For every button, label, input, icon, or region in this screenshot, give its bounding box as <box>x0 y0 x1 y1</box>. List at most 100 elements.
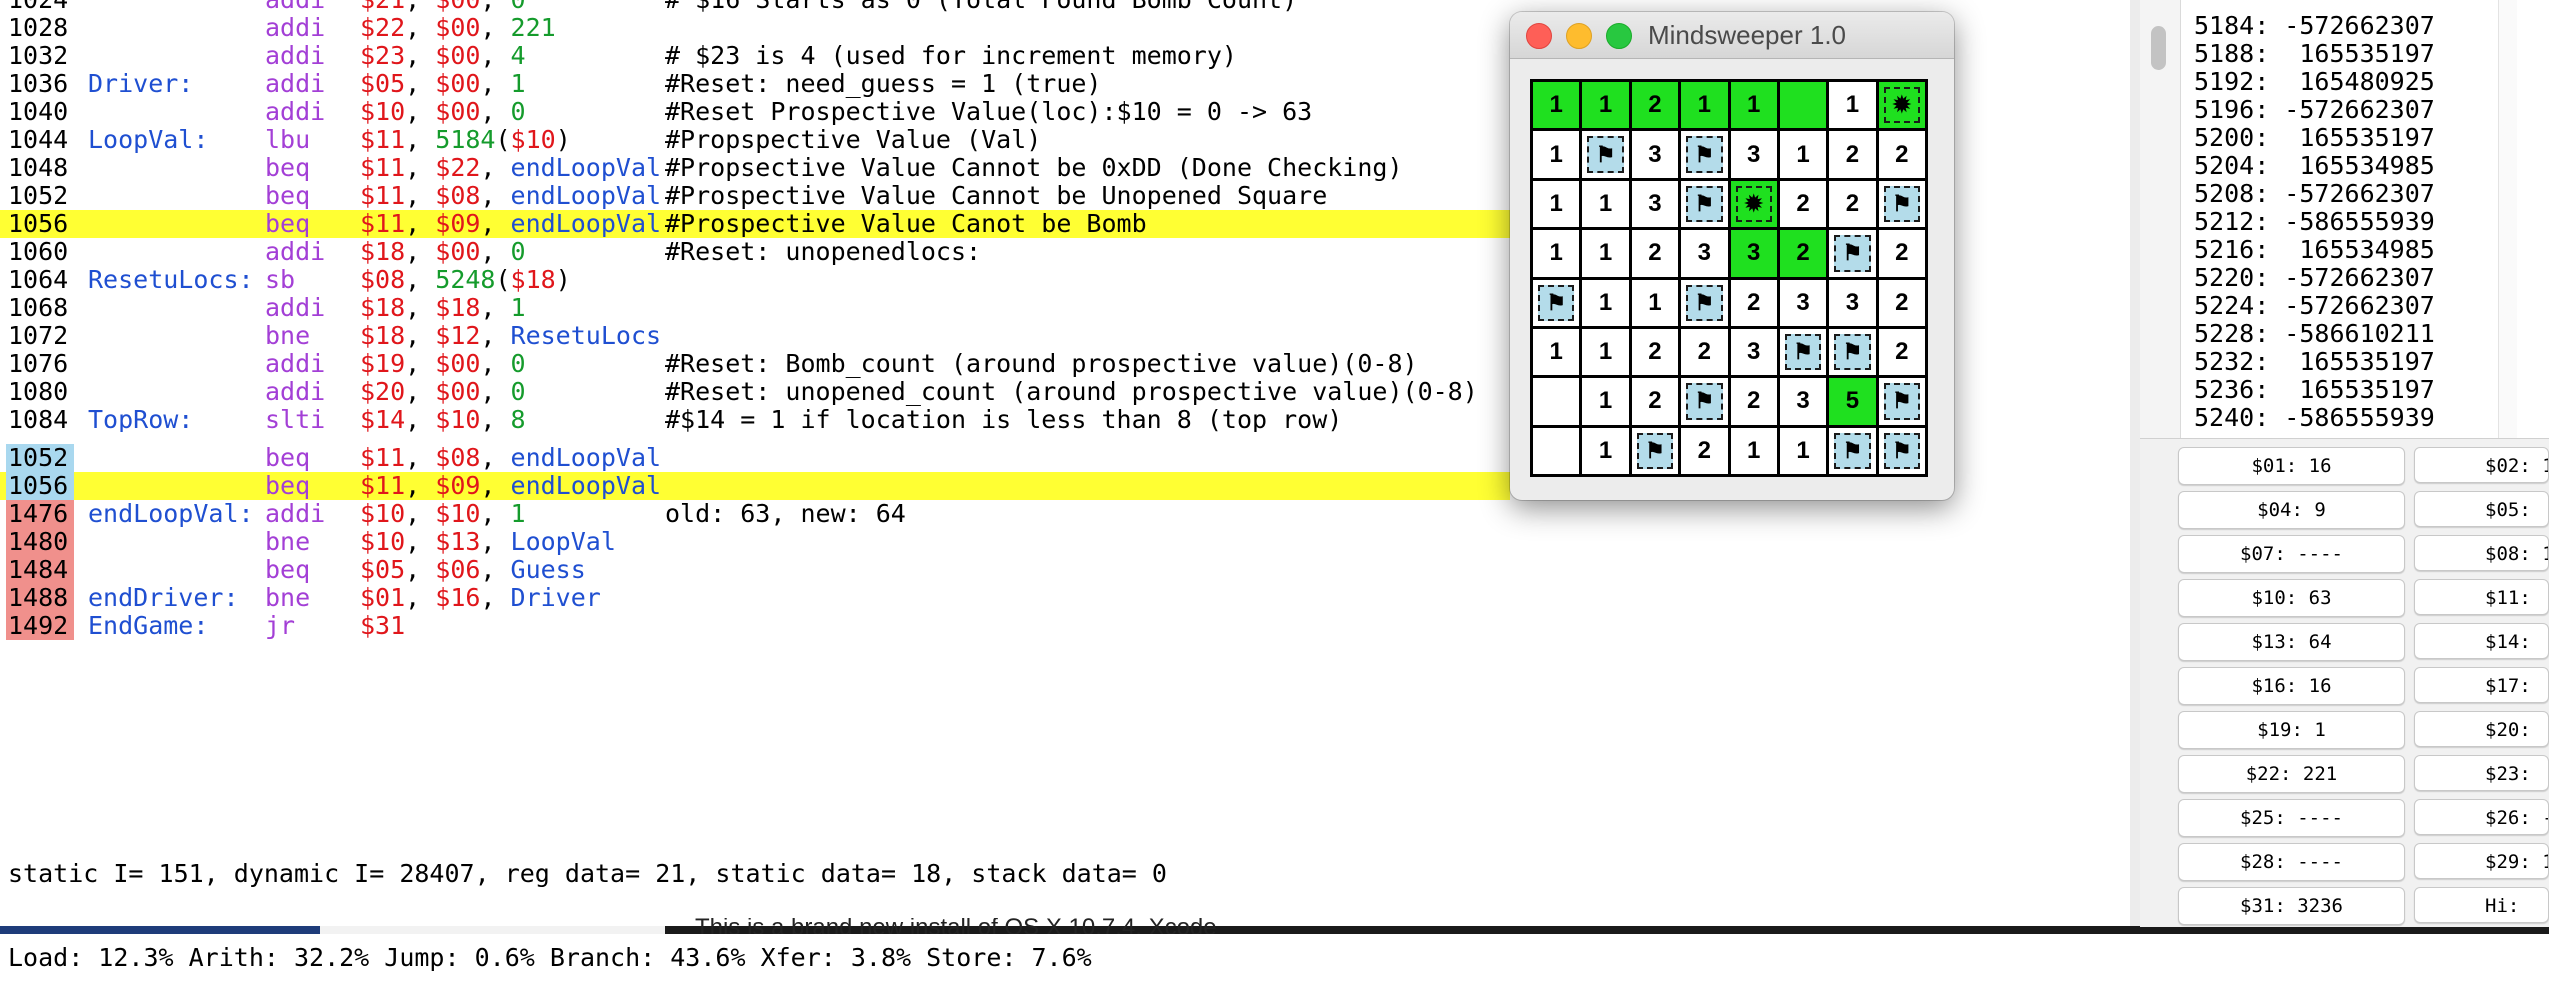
register-button[interactable]: $13: 64 <box>2178 623 2405 661</box>
pane-divider[interactable] <box>2130 0 2140 926</box>
cell-revealed[interactable]: 1 <box>1533 180 1580 228</box>
cell-flagged[interactable]: ⚑ <box>1681 279 1728 326</box>
cell-revealed-highlighted[interactable]: 2 <box>1779 230 1827 277</box>
cell-flagged[interactable]: ⚑ <box>1829 427 1876 474</box>
mindsweeper-window[interactable]: Mindsweeper 1.0 1 1 2 1 1 1 ✹ 1 ⚑ 3 ⚑ 3 1 2 2 1 1 3 ⚑ ✹ 2 2 ⚑ 1… <box>1510 12 1954 500</box>
code-line[interactable]: 1084 TopRow: slti $14, $10, 8 #$14 = 1 if lo… <box>0 406 1510 433</box>
cell-flagged[interactable]: ⚑ <box>1829 230 1876 277</box>
code-line[interactable]: 1052 beq $11, $08, endLoopVal #Prospective … <box>0 182 1510 210</box>
register-button[interactable]: $20: <box>2414 711 2549 747</box>
cell-revealed-highlighted[interactable]: 1 <box>1533 82 1580 129</box>
cell-revealed[interactable]: 2 <box>1631 230 1679 277</box>
register-button[interactable]: $22: 221 <box>2178 755 2405 793</box>
cell-revealed[interactable]: 2 <box>1829 131 1876 178</box>
register-button[interactable]: $28: ---- <box>2178 843 2405 881</box>
cell-revealed[interactable]: 2 <box>1878 131 1925 178</box>
cell-revealed[interactable]: 2 <box>1631 328 1679 376</box>
cell-revealed[interactable]: 2 <box>1878 279 1925 326</box>
code-line[interactable]: 1068 addi $18, $18, 1 <box>0 294 1510 322</box>
code-line[interactable]: 1032 addi $23, $00, 4 # $23 is 4 (used for … <box>0 42 1510 70</box>
code-line[interactable]: 1488 endDriver: bne $01, $16, Driver <box>0 584 1510 612</box>
cell-revealed[interactable]: 1 <box>1631 279 1679 326</box>
register-button[interactable]: $04: 9 <box>2178 491 2405 529</box>
code-line[interactable]: 1480 bne $10, $13, LoopVal <box>0 528 1510 556</box>
memory-scrollbar[interactable] <box>2140 0 2181 438</box>
cell-revealed[interactable]: 2 <box>1681 427 1728 474</box>
register-button[interactable]: $11: <box>2414 579 2549 615</box>
cell-revealed[interactable] <box>1533 427 1580 474</box>
cell-revealed[interactable]: 1 <box>1582 180 1629 228</box>
memory-scroll-thumb[interactable] <box>2151 26 2166 70</box>
cell-revealed[interactable]: 2 <box>1829 180 1876 228</box>
cell-revealed[interactable]: 3 <box>1631 131 1679 178</box>
cell-revealed-highlighted[interactable]: 1 <box>1730 82 1777 129</box>
code-line[interactable]: 1060 addi $18, $00, 0 #Reset: unopenedlocs: <box>0 238 1510 266</box>
memory-pane[interactable]: 5184: -572662307 5188: 165535197 5192: 165… <box>2140 0 2549 438</box>
register-button[interactable]: Hi: <box>2414 887 2549 923</box>
cell-revealed[interactable]: 3 <box>1631 180 1679 228</box>
cell-revealed[interactable]: 2 <box>1878 230 1925 277</box>
source-code-pane[interactable]: 1024 addi $21, $00, 0 # $16 Starts as 0 (To… <box>0 0 1510 432</box>
code-line[interactable]: 1064 ResetuLocs: sb $08, 5248($18) <box>0 266 1510 294</box>
cell-flagged[interactable]: ⚑ <box>1681 180 1728 228</box>
cell-revealed[interactable]: 3 <box>1779 378 1827 425</box>
cell-flagged[interactable]: ⚑ <box>1829 328 1876 376</box>
cell-revealed[interactable]: 1 <box>1533 230 1580 277</box>
cell-revealed[interactable]: 2 <box>1779 180 1827 228</box>
code-line[interactable]: 1056 beq $11, $09, endLoopVal <box>0 472 1510 500</box>
cell-revealed[interactable]: 1 <box>1582 427 1629 474</box>
cell-revealed[interactable]: 1 <box>1582 230 1629 277</box>
cell-flagged[interactable]: ⚑ <box>1582 131 1629 178</box>
register-button[interactable]: $29: 100 <box>2414 843 2549 879</box>
cell-revealed[interactable]: 3 <box>1730 328 1777 376</box>
cell-flagged[interactable]: ⚑ <box>1533 279 1580 326</box>
register-button[interactable]: $26: -- <box>2414 799 2549 835</box>
code-line[interactable]: 1052 beq $11, $08, endLoopVal <box>0 444 1510 472</box>
cell-revealed[interactable]: 3 <box>1681 230 1728 277</box>
window-titlebar[interactable]: Mindsweeper 1.0 <box>1510 12 1954 59</box>
cell-revealed[interactable]: 3 <box>1779 279 1827 326</box>
register-button[interactable]: $17: <box>2414 667 2549 703</box>
register-button[interactable]: $07: ---- <box>2178 535 2405 573</box>
cell-revealed-highlighted[interactable]: 1 <box>1582 82 1629 129</box>
cell-revealed[interactable]: 1 <box>1730 427 1777 474</box>
code-line[interactable]: 1476 endLoopVal: addi $10, $10, 1 old: 63, n… <box>0 500 1510 528</box>
cell-revealed[interactable]: 1 <box>1533 131 1580 178</box>
code-line[interactable]: 1080 addi $20, $00, 0 #Reset: unopened_coun… <box>0 378 1510 406</box>
cell-bomb[interactable]: ✹ <box>1878 82 1925 129</box>
cell-revealed[interactable]: 1 <box>1582 328 1629 376</box>
cell-revealed[interactable]: 1 <box>1582 279 1629 326</box>
cell-revealed[interactable]: 2 <box>1681 328 1728 376</box>
cell-revealed[interactable]: 1 <box>1779 131 1827 178</box>
register-button[interactable]: $23: <box>2414 755 2549 791</box>
cell-revealed[interactable]: 2 <box>1878 328 1925 376</box>
cell-revealed[interactable]: 1 <box>1779 427 1827 474</box>
cell-flagged[interactable]: ⚑ <box>1631 427 1679 474</box>
register-button[interactable]: $08: 1 <box>2414 535 2549 571</box>
register-button[interactable]: $31: 3236 <box>2178 887 2405 925</box>
register-button[interactable]: $05: <box>2414 491 2549 527</box>
cell-flagged[interactable]: ⚑ <box>1878 180 1925 228</box>
close-window-button[interactable] <box>1526 23 1552 49</box>
cell-revealed-highlighted[interactable]: 2 <box>1631 82 1679 129</box>
code-line[interactable]: 1492 EndGame: jr $31 <box>0 612 1510 640</box>
minesweeper-board[interactable]: 1 1 2 1 1 1 ✹ 1 ⚑ 3 ⚑ 3 1 2 2 1 1 3 ⚑ ✹ 2 2 ⚑ 1 1 2 3 3 2 ⚑ 2 ⚑ 1 1 ⚑ 2 3 3 2 1… <box>1530 79 1928 477</box>
cell-revealed[interactable]: 2 <box>1730 378 1777 425</box>
code-line[interactable]: 1040 addi $10, $00, 0 #Reset Prospective Va… <box>0 98 1510 126</box>
code-line[interactable]: 1028 addi $22, $00, 221 <box>0 14 1510 42</box>
cell-flagged[interactable]: ⚑ <box>1681 131 1728 178</box>
register-button[interactable]: $16: 16 <box>2178 667 2405 705</box>
cell-revealed[interactable]: 1 <box>1582 378 1629 425</box>
code-line[interactable]: 1072 bne $18, $12, ResetuLocs <box>0 322 1510 350</box>
cell-revealed-highlighted[interactable]: 5 <box>1829 378 1876 425</box>
cell-revealed-highlighted[interactable]: 3 <box>1730 230 1777 277</box>
cell-revealed[interactable]: 2 <box>1631 378 1679 425</box>
cell-flagged[interactable]: ⚑ <box>1878 427 1925 474</box>
register-button[interactable]: $25: ---- <box>2178 799 2405 837</box>
code-line[interactable]: 1024 addi $21, $00, 0 # $16 Starts as 0 (To… <box>0 0 1510 14</box>
cell-revealed[interactable]: 1 <box>1829 82 1876 129</box>
zoom-window-button[interactable] <box>1606 23 1632 49</box>
cell-revealed[interactable]: 1 <box>1533 328 1580 376</box>
memory-right-scrollbar[interactable] <box>2498 0 2517 438</box>
cell-flagged[interactable]: ⚑ <box>1878 378 1925 425</box>
